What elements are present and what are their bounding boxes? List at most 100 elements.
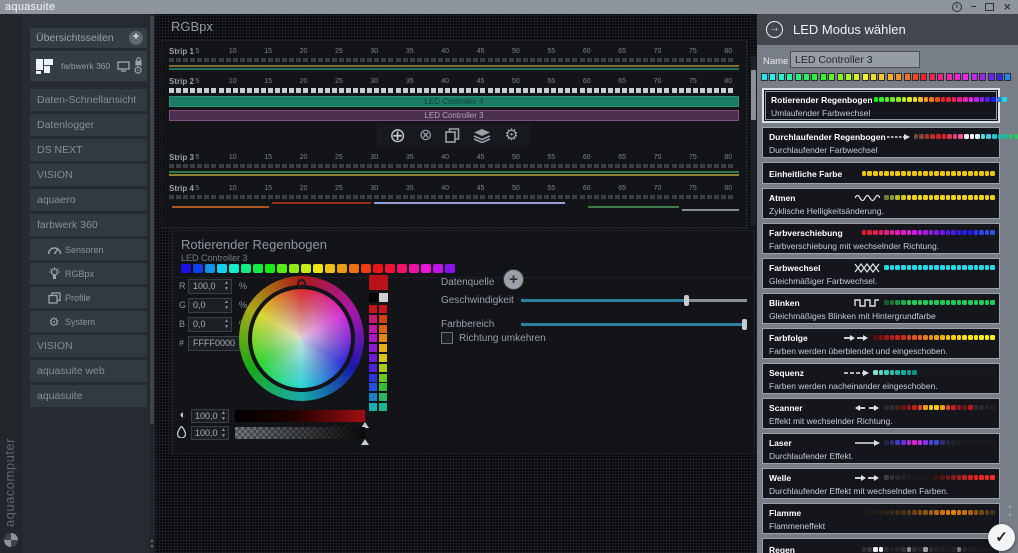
speed-slider-handle[interactable]	[684, 295, 689, 306]
gear-icon[interactable]: ⚙	[504, 128, 518, 144]
controller-bar-led-controller-4[interactable]: LED Controller 4	[169, 96, 739, 107]
palette-swatch[interactable]	[379, 364, 387, 372]
color-wheel[interactable]	[239, 276, 364, 401]
sidebar-overview-page-farbwerk360[interactable]: farbwerk 360 ⚙	[30, 51, 147, 81]
palette-swatch[interactable]	[369, 315, 377, 323]
sidebar-item-farbwerk-360-device[interactable]: farbwerk 360	[30, 214, 147, 236]
spinner-icon[interactable]: ▲▼	[224, 319, 229, 330]
add-datasource-button[interactable]: +	[503, 269, 524, 290]
spinner-icon[interactable]: ▲▼	[221, 428, 226, 439]
info-icon[interactable]: i	[952, 2, 962, 12]
palette-swatch[interactable]	[379, 374, 387, 382]
field-input-g[interactable]: 0,0▲▼	[188, 298, 232, 313]
palette-swatch[interactable]	[369, 354, 377, 362]
mode-item-laser[interactable]: LaserDurchlaufender Effekt.	[762, 433, 1000, 464]
sidebar-item-vision[interactable]: VISION	[30, 335, 147, 357]
strip-row-4[interactable]: Strip 45101520253035404550556065707580	[169, 184, 739, 214]
controller-bar-led-controller-3[interactable]: LED Controller 3	[169, 110, 739, 121]
restore-icon[interactable]	[985, 3, 994, 11]
palette-swatch[interactable]	[369, 403, 377, 411]
confirm-button[interactable]: ✓	[988, 524, 1015, 551]
palette-swatch[interactable]	[379, 354, 387, 362]
layers-icon[interactable]	[473, 129, 491, 143]
mode-item-sequenz[interactable]: SequenzFarben werden nacheinander einges…	[762, 363, 1000, 394]
palette-swatch[interactable]	[379, 344, 387, 352]
sidebar-item-rgbpx[interactable]: RGBpx	[30, 263, 147, 284]
sidebar-item-sensoren[interactable]: Sensoren	[30, 239, 147, 260]
palette-swatch[interactable]	[369, 383, 377, 391]
sidebar-item-vision[interactable]: VISION	[30, 164, 147, 186]
field-input-b[interactable]: 0,0▲▼	[188, 317, 232, 332]
copy-icon[interactable]	[445, 128, 460, 143]
mode-item-farbverschiebung[interactable]: FarbverschiebungFarbverschiebung mit wec…	[762, 223, 1000, 254]
minimize-icon[interactable]: –	[971, 4, 977, 10]
mode-item-flamme[interactable]: FlammeFlammeneffekt	[762, 503, 1000, 534]
palette-swatch[interactable]	[379, 325, 387, 333]
color-wheel-marker[interactable]	[297, 279, 306, 288]
strip-row-2[interactable]: Strip 25101520253035404550556065707580LE…	[169, 77, 739, 147]
alpha-input[interactable]: 100,0▲▼	[191, 426, 229, 440]
add-overview-page-button[interactable]: +	[129, 31, 143, 45]
mode-item-durchlaufender-regenbogen[interactable]: Durchlaufender RegenbogenDurchlaufender …	[762, 127, 1000, 158]
strip-row-3[interactable]: Strip 35101520253035404550556065707580	[169, 153, 739, 176]
close-icon[interactable]: ✕	[1003, 2, 1011, 13]
hex-input[interactable]: FFFF0000	[188, 336, 240, 351]
palette-swatch[interactable]	[369, 293, 378, 302]
palette-swatch[interactable]	[369, 325, 377, 333]
palette-swatch[interactable]	[379, 383, 387, 391]
palette-swatch[interactable]	[379, 315, 387, 323]
alpha-gradient-bar[interactable]	[235, 427, 365, 439]
palette-swatch[interactable]	[369, 305, 377, 313]
palette-swatch[interactable]	[369, 364, 377, 372]
spinner-icon[interactable]: ▲▼	[224, 300, 229, 311]
range-slider-handle[interactable]	[742, 319, 747, 330]
sidebar-item-datenlogger[interactable]: Datenlogger	[30, 114, 147, 136]
gear-icon[interactable]: ⚙	[133, 66, 143, 76]
mode-item-scanner[interactable]: ScannerEffekt mit wechselnder Richtung.	[762, 398, 1000, 429]
range-slider[interactable]	[521, 323, 747, 326]
palette-swatch[interactable]	[369, 374, 377, 382]
reverse-direction-checkbox[interactable]	[441, 332, 453, 344]
mode-item-farbfolge[interactable]: FarbfolgeFarben werden überblendet und e…	[762, 328, 1000, 359]
sidebar-item-system[interactable]: ⚙System	[30, 311, 147, 332]
palette-swatch[interactable]	[379, 293, 388, 302]
palette-swatch[interactable]	[379, 334, 387, 342]
field-input-r[interactable]: 100,0▲▼	[188, 279, 232, 294]
add-circle-icon[interactable]: ⊕	[389, 128, 406, 144]
mode-item-rotierender-regenbogen[interactable]: Rotierender RegenbogenUmlaufender Farbwe…	[762, 88, 1000, 123]
sidebar-scrollbar-thumb[interactable]	[150, 16, 154, 424]
brightness-gradient-bar[interactable]	[235, 410, 365, 422]
mode-item-blinken[interactable]: BlinkenGleichmäßiges Blinken mit Hinterg…	[762, 293, 1000, 324]
controller-name-input[interactable]	[790, 51, 920, 68]
spinner-icon[interactable]: ▲▼	[224, 281, 229, 292]
sidebar-section-overview[interactable]: Übersichtsseiten +	[30, 28, 147, 48]
palette-swatch[interactable]	[369, 334, 377, 342]
mode-list-scroll-arrows[interactable]: ▲▼	[1005, 503, 1015, 521]
palette-swatch[interactable]	[369, 344, 377, 352]
remove-circle-icon[interactable]: ⊗	[419, 128, 432, 144]
spinner-icon[interactable]: ▲▼	[221, 411, 226, 422]
mode-item-regen[interactable]: Regen	[762, 538, 1000, 553]
sidebar-item-ds-next[interactable]: DS NEXT	[30, 139, 147, 161]
main-scrollbar[interactable]	[751, 56, 756, 226]
main-scrollbar-thumb[interactable]	[751, 70, 756, 120]
brightness-input[interactable]: 100,0▲▼	[191, 409, 229, 423]
speed-slider[interactable]	[521, 299, 747, 302]
palette-swatch[interactable]	[369, 393, 377, 401]
palette-swatch[interactable]	[379, 305, 387, 313]
palette-swatch[interactable]	[379, 403, 387, 411]
mode-item-farbwechsel[interactable]: FarbwechselGleichmäßiger Farbwechsel.	[762, 258, 1000, 289]
monitor-icon[interactable]	[117, 61, 130, 72]
back-arrow-icon[interactable]: →	[766, 21, 783, 38]
alpha-marker[interactable]	[361, 439, 369, 445]
mode-item-einheitliche-farbe[interactable]: Einheitliche Farbe	[762, 162, 1000, 184]
palette-swatch[interactable]	[379, 393, 387, 401]
sidebar-item-aquasuite[interactable]: aquasuite	[30, 385, 147, 407]
sidebar-item-profile[interactable]: Profile	[30, 287, 147, 308]
sidebar-item-daten-schnellansicht[interactable]: Daten-Schnellansicht	[30, 89, 147, 111]
sidebar-item-aquaero[interactable]: aquaero	[30, 189, 147, 211]
strip-row-1[interactable]: Strip 15101520253035404550556065707580	[169, 47, 739, 70]
sidebar-item-aquasuite-web[interactable]: aquasuite web	[30, 360, 147, 382]
mode-item-atmen[interactable]: AtmenZyklische Helligkeitsänderung.	[762, 188, 1000, 219]
mode-item-welle[interactable]: WelleDurchlaufender Effekt mit wechselnd…	[762, 468, 1000, 499]
